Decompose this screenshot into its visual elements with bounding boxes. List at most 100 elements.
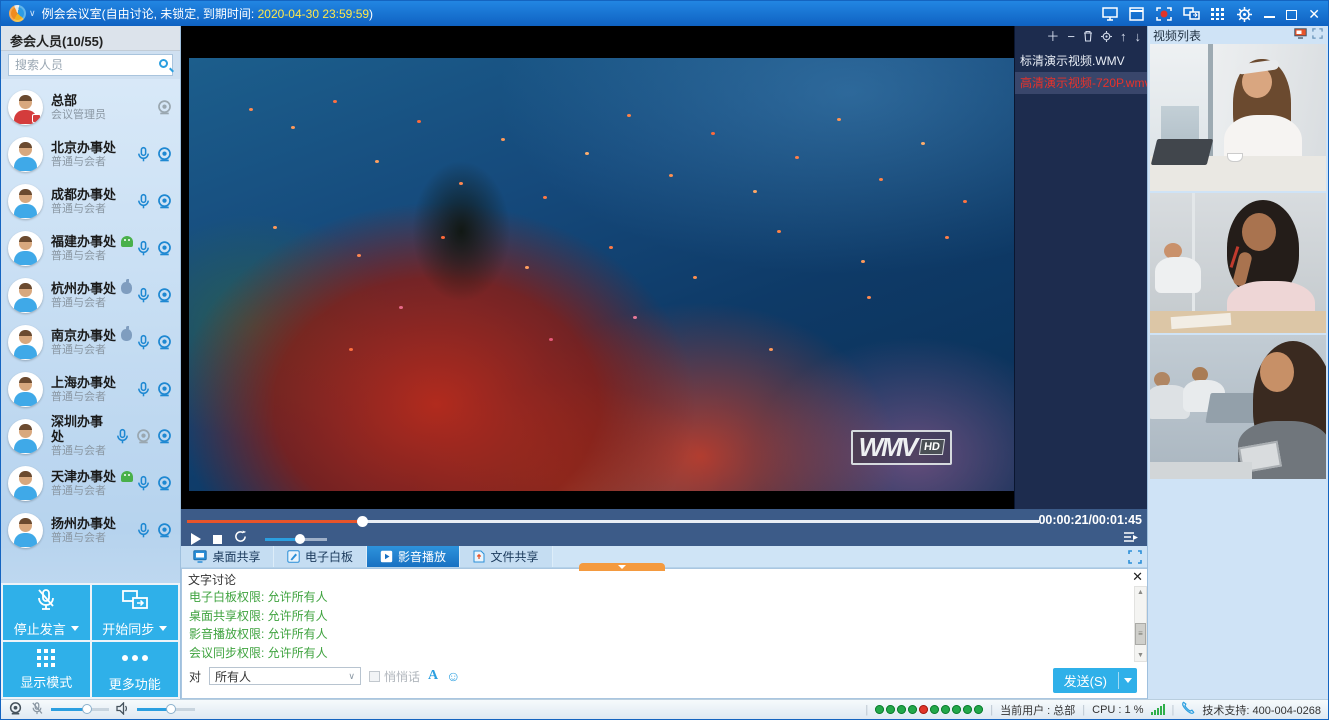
mic-icon[interactable] <box>135 193 152 210</box>
tab-file-share[interactable]: 文件共享 <box>460 546 553 567</box>
participant-row[interactable]: 成都办事处 普通与会者 <box>1 178 180 225</box>
monitor-icon[interactable] <box>1102 7 1118 21</box>
mic-icon[interactable] <box>135 287 152 304</box>
more-functions-button[interactable]: 更多功能 <box>92 642 179 697</box>
webcam-icon[interactable] <box>156 240 173 257</box>
scroll-down-icon[interactable]: ▼ <box>1135 650 1146 661</box>
chat-scrollbar[interactable]: ▲ ▼ <box>1134 586 1147 662</box>
mic-icon[interactable] <box>135 381 152 398</box>
mic-icon[interactable] <box>135 522 152 539</box>
webcam-icon[interactable] <box>156 146 173 163</box>
recipient-select[interactable]: 所有人∨ <box>209 667 361 685</box>
screen-sync-icon[interactable] <box>1183 7 1199 21</box>
volume-handle[interactable] <box>295 534 305 544</box>
chat-message-input[interactable] <box>183 688 1147 697</box>
chat-messages: 电子白板权限: 允许所有人 桌面共享权限: 允许所有人 影音播放权限: 允许所有… <box>182 586 1134 662</box>
mic-icon[interactable] <box>135 334 152 351</box>
display-mode-button[interactable]: 显示模式 <box>3 642 90 697</box>
send-button[interactable]: 发送(S) <box>1053 668 1137 693</box>
chevron-down-icon: ∨ <box>348 671 355 682</box>
webcam-icon[interactable] <box>156 475 173 492</box>
avatar <box>8 184 43 219</box>
tab-desktop-share[interactable]: 桌面共享 <box>181 546 274 567</box>
remove-icon[interactable]: − <box>1067 31 1075 43</box>
delete-icon[interactable] <box>1083 30 1093 44</box>
font-style-button[interactable]: A <box>428 668 438 684</box>
person-shirt <box>1155 257 1201 293</box>
participant-row[interactable]: 南京办事处 普通与会者 <box>1 319 180 366</box>
sync-screens-icon <box>121 588 149 614</box>
restore-button[interactable] <box>1286 10 1297 20</box>
participant-row[interactable]: 扬州办事处 普通与会者 <box>1 507 180 554</box>
webcam-icon[interactable] <box>156 193 173 210</box>
video-player[interactable]: WMV HD <box>181 26 1014 509</box>
speaker-icon[interactable] <box>116 702 130 718</box>
mic-volume-slider[interactable] <box>51 708 109 711</box>
fullscreen-expand-icon[interactable] <box>1128 550 1142 569</box>
webcam-status-icon[interactable] <box>8 701 23 719</box>
move-up-icon[interactable]: ↑ <box>1120 31 1127 43</box>
webcam-icon[interactable] <box>156 428 173 445</box>
record-icon[interactable] <box>1156 7 1172 21</box>
seek-handle[interactable] <box>357 516 368 527</box>
scroll-up-icon[interactable]: ▲ <box>1135 587 1146 598</box>
emoji-button[interactable]: ☺ <box>446 669 460 683</box>
chevron-down-icon[interactable]: ∨ <box>29 8 36 19</box>
window-title: 例会会议室(自由讨论, 未锁定, 到期时间: 2020-04-30 23:59:… <box>42 5 373 22</box>
webcam-video-tile[interactable] <box>1150 193 1326 333</box>
stop-button[interactable] <box>213 535 222 544</box>
participant-row[interactable]: 总部 会议管理员 <box>1 84 180 131</box>
close-button[interactable]: ✕ <box>1308 7 1320 21</box>
avatar <box>8 90 43 125</box>
play-button[interactable] <box>191 533 201 545</box>
player-controls: 00:00:21/00:01:45 <box>181 509 1149 546</box>
expand-panel-icon[interactable] <box>1312 28 1323 42</box>
search-input[interactable] <box>8 54 173 76</box>
whisper-option: 悄悄话 <box>369 668 420 685</box>
tab-media-play[interactable]: 影音播放 <box>367 546 460 567</box>
mic-muted-icon[interactable] <box>30 701 44 719</box>
mic-icon[interactable] <box>114 428 131 445</box>
participant-row[interactable]: 福建办事处 普通与会者 <box>1 225 180 272</box>
drawer-collapse-handle[interactable] <box>579 563 665 571</box>
scrollbar-thumb[interactable] <box>1135 623 1146 645</box>
mic-icon[interactable] <box>135 240 152 257</box>
webcam-icon[interactable] <box>156 99 173 116</box>
webcam-icon[interactable] <box>156 334 173 351</box>
move-down-icon[interactable]: ↓ <box>1135 31 1142 43</box>
settings-gear-icon[interactable] <box>1237 7 1253 21</box>
meeting-app-window: ∨ 例会会议室(自由讨论, 未锁定, 到期时间: 2020-04-30 23:5… <box>0 0 1329 720</box>
speaker-volume-slider[interactable] <box>137 708 195 711</box>
webcam-icon[interactable] <box>156 287 173 304</box>
webcam-disabled-icon[interactable] <box>135 428 152 445</box>
volume-slider[interactable] <box>265 538 327 541</box>
webcam-video-tile[interactable] <box>1150 335 1326 479</box>
playlist-item-selected[interactable]: 高清演示视频-720P.wmv 删除 <box>1015 72 1149 94</box>
monitor-small-icon[interactable] <box>1294 28 1307 42</box>
chevron-down-icon <box>71 626 79 631</box>
window-app-icon[interactable] <box>1129 7 1145 21</box>
start-sync-button[interactable]: 开始同步 <box>92 585 179 640</box>
tab-whiteboard[interactable]: 电子白板 <box>274 546 367 567</box>
participant-row[interactable]: 天津办事处 普通与会者 <box>1 460 180 507</box>
whiteboard-icon <box>287 550 300 563</box>
webcam-icon[interactable] <box>156 522 173 539</box>
participant-row[interactable]: 杭州办事处 普通与会者 <box>1 272 180 319</box>
mic-icon[interactable] <box>135 146 152 163</box>
participant-row[interactable]: 北京办事处 普通与会者 <box>1 131 180 178</box>
mic-icon[interactable] <box>135 475 152 492</box>
playlist-item[interactable]: 标清演示视频.WMV <box>1015 50 1149 72</box>
stop-speaking-button[interactable]: 停止发言 <box>3 585 90 640</box>
add-icon[interactable]: ＋ <box>1046 31 1059 43</box>
close-icon[interactable]: ✕ <box>1132 570 1143 584</box>
playlist-settings-icon[interactable] <box>1101 31 1112 44</box>
dither-grid-icon[interactable] <box>1210 7 1226 21</box>
participant-row[interactable]: 深圳办事处 普通与会者 <box>1 413 180 460</box>
whisper-checkbox[interactable] <box>369 671 380 682</box>
search-icon[interactable] <box>159 59 168 68</box>
webcam-icon[interactable] <box>156 381 173 398</box>
webcam-video-tile[interactable] <box>1150 44 1326 191</box>
participant-row[interactable]: 上海办事处 普通与会者 <box>1 366 180 413</box>
seek-bar[interactable] <box>187 520 1039 523</box>
minimize-button[interactable] <box>1264 16 1275 18</box>
